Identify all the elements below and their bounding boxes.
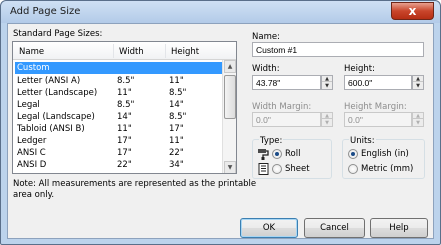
english-radio-label[interactable]: English (in) xyxy=(361,149,409,159)
spin-up-icon: ▲ xyxy=(322,113,332,119)
row-name: Tabloid (ANSI B) xyxy=(17,124,85,134)
column-header-width[interactable]: Width xyxy=(119,47,144,57)
row-width: 11" xyxy=(117,124,132,134)
name-input[interactable] xyxy=(252,42,424,57)
row-width: 17" xyxy=(117,148,132,158)
list-item[interactable]: ANSI C 17" 22" xyxy=(15,147,222,159)
note-line-2: area only. xyxy=(13,190,55,200)
list-item[interactable]: Legal 8.5" 14" xyxy=(15,99,222,111)
row-name: Letter (Landscape) xyxy=(17,88,98,98)
cancel-button-label: Cancel xyxy=(320,223,349,233)
spin-up-icon: ▲ xyxy=(413,113,423,119)
height-label: Height: xyxy=(344,64,375,74)
close-button[interactable]: x xyxy=(391,2,434,20)
width-margin-label: Width Margin: xyxy=(252,102,312,112)
roll-radio-label[interactable]: Roll xyxy=(285,149,300,159)
width-margin-spinner: ▲ ▼ xyxy=(321,112,333,127)
row-width: 11" xyxy=(117,88,132,98)
list-item[interactable]: Ledger 17" 11" xyxy=(15,135,222,147)
row-name: Legal (Landscape) xyxy=(17,112,95,122)
row-name: ANSI C xyxy=(17,148,46,158)
list-item-custom[interactable]: Custom xyxy=(15,62,222,74)
list-item[interactable]: Legal (Landscape) 14" 8.5" xyxy=(15,111,222,123)
list-item[interactable]: Letter (Landscape) 11" 8.5" xyxy=(15,87,222,99)
row-name: Letter (ANSI A) xyxy=(17,76,81,86)
standard-sizes-label: Standard Page Sizes: xyxy=(13,29,103,39)
window-title: Add Page Size xyxy=(10,6,81,17)
dialog-client-area: Standard Page Sizes: Name Width Height C… xyxy=(7,23,434,239)
english-radio[interactable] xyxy=(348,149,358,159)
standard-sizes-list[interactable]: Name Width Height Custom Letter (ANSI A)… xyxy=(12,41,237,174)
row-height: 22" xyxy=(169,148,184,158)
row-name: ANSI D xyxy=(17,160,47,170)
spin-down-icon[interactable]: ▼ xyxy=(413,83,423,89)
ok-button-label: OK xyxy=(262,223,276,233)
cancel-button[interactable]: Cancel xyxy=(304,218,365,238)
paint-roller-icon xyxy=(258,149,269,160)
spin-down-icon: ▼ xyxy=(416,120,420,126)
width-label: Width: xyxy=(252,64,280,74)
name-label: Name: xyxy=(252,32,280,42)
sheet-radio[interactable] xyxy=(272,164,282,174)
ok-button[interactable]: OK xyxy=(240,218,298,238)
row-height: 17" xyxy=(169,124,184,134)
column-header-height[interactable]: Height xyxy=(171,47,199,57)
roll-radio[interactable] xyxy=(272,149,282,159)
add-page-size-dialog: Add Page Size x Standard Page Sizes: Nam… xyxy=(0,0,441,245)
row-height: 8.5" xyxy=(169,112,187,122)
row-width: 22" xyxy=(117,160,132,170)
sheet-radio-label[interactable]: Sheet xyxy=(285,164,310,174)
list-item[interactable]: Tabloid (ANSI B) 11" 17" xyxy=(15,123,222,135)
row-name: Ledger xyxy=(17,136,47,146)
list-item[interactable]: ANSI D 22" 34" xyxy=(15,159,222,171)
scroll-up-icon[interactable]: ▲ xyxy=(224,60,236,73)
row-height: 8.5" xyxy=(169,88,187,98)
height-margin-spinner: ▲ ▼ xyxy=(412,112,424,127)
column-divider[interactable] xyxy=(165,44,166,58)
scroll-thumb[interactable] xyxy=(224,75,236,119)
list-scrollbar[interactable]: ▲ ▼ xyxy=(222,60,236,173)
document-sheet-icon xyxy=(258,163,269,175)
spin-down-icon: ▼ xyxy=(325,120,329,126)
height-margin-label: Height Margin: xyxy=(344,102,407,112)
scroll-down-icon[interactable]: ▼ xyxy=(224,161,236,173)
close-icon: x xyxy=(408,4,417,18)
column-divider[interactable] xyxy=(113,44,114,58)
metric-radio-label[interactable]: Metric (mm) xyxy=(361,164,413,174)
width-margin-input xyxy=(252,112,321,127)
row-width: 14" xyxy=(117,112,132,122)
units-group-label: Units: xyxy=(349,136,376,146)
help-button-label: Help xyxy=(389,223,409,233)
row-height: 11" xyxy=(169,76,184,86)
metric-radio[interactable] xyxy=(348,164,358,174)
type-group-label: Type: xyxy=(259,136,284,146)
column-header-name[interactable]: Name xyxy=(19,47,44,57)
list-header: Name Width Height xyxy=(13,42,236,60)
spin-up-icon[interactable]: ▲ xyxy=(322,76,332,82)
height-input[interactable] xyxy=(344,75,412,90)
width-spinner[interactable]: ▲ ▼ xyxy=(321,75,333,90)
spin-up-icon[interactable]: ▲ xyxy=(413,76,423,82)
row-width: 8.5" xyxy=(117,76,135,86)
height-margin-input xyxy=(344,112,412,127)
spin-down-icon[interactable]: ▼ xyxy=(322,83,332,89)
row-name: Legal xyxy=(17,100,40,110)
row-height: 11" xyxy=(169,136,184,146)
note-line-1: Note: All measurements are represented a… xyxy=(13,179,257,189)
row-width: 17" xyxy=(117,136,132,146)
row-height: 34" xyxy=(169,160,184,170)
width-input[interactable] xyxy=(252,75,321,90)
help-button[interactable]: Help xyxy=(370,218,428,238)
list-item[interactable]: Letter (ANSI A) 8.5" 11" xyxy=(15,75,222,87)
row-height: 14" xyxy=(169,100,184,110)
height-spinner[interactable]: ▲ ▼ xyxy=(412,75,424,90)
row-width: 8.5" xyxy=(117,100,135,110)
row-name: Custom xyxy=(17,63,50,73)
title-bar[interactable]: Add Page Size x xyxy=(1,1,440,23)
